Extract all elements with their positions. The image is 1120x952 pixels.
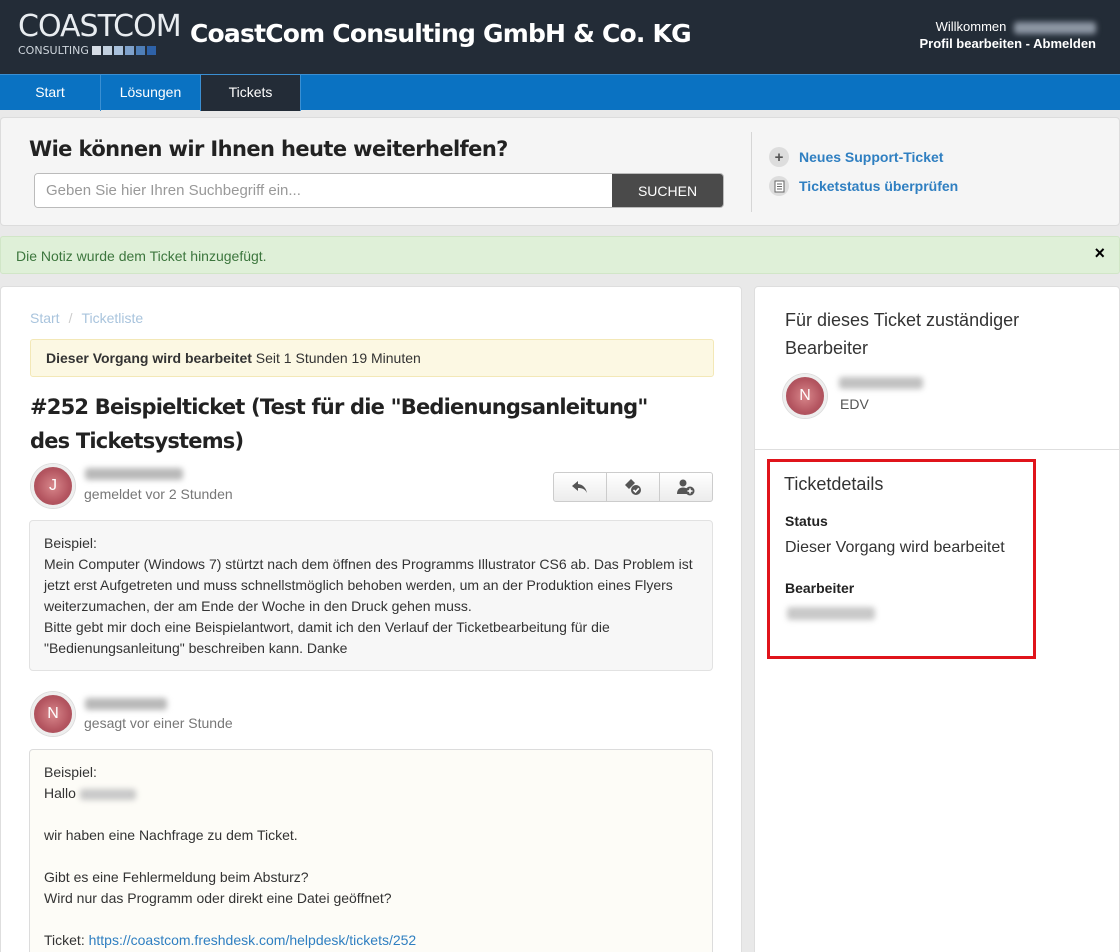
top-header: COASTCOM CONSULTING CoastCom Consulting … <box>0 0 1120 74</box>
agent-avatar: N <box>783 374 827 418</box>
reply-icon <box>572 481 587 493</box>
logo-square <box>124 46 134 55</box>
notice-text: Die Notiz wurde dem Ticket hinzugefügt. <box>16 248 267 264</box>
search-panel: Wie können wir Ihnen heute weiterhelfen?… <box>0 117 1120 226</box>
user-area: Willkommen Profil bearbeiten - Abmelden <box>919 18 1096 52</box>
ticket-title: #252 Beispielticket (Test für die "Bedie… <box>30 395 648 453</box>
status-value: Dieser Vorgang wird bearbeitet <box>785 539 1005 556</box>
breadcrumb-start[interactable]: Start <box>30 310 60 326</box>
reply-button[interactable] <box>554 473 607 501</box>
ticket-details-title: Ticketdetails <box>784 474 884 494</box>
sender-name-redacted <box>85 468 183 480</box>
check-status-link[interactable]: Ticketstatus überprüfen <box>769 176 958 196</box>
document-icon <box>769 176 789 196</box>
agent-name-redacted <box>839 377 923 389</box>
message-line: wir haben eine Nachfrage zu dem Ticket. <box>44 827 298 843</box>
link-separator: - <box>1025 36 1031 51</box>
status-bar: Dieser Vorgang wird bearbeitet Seit 1 St… <box>30 339 714 377</box>
logo-text: COASTCOM <box>18 9 182 44</box>
logo-subtext: CONSULTING <box>18 44 89 57</box>
avatar: J <box>31 464 75 508</box>
breadcrumb-ticketliste[interactable]: Ticketliste <box>81 310 143 326</box>
message-line: Beispiel: <box>44 764 97 780</box>
logo-square <box>135 46 145 55</box>
breadcrumb: Start / Ticketliste <box>30 310 143 326</box>
recipient-name-redacted <box>79 788 136 800</box>
message-line: Mein Computer (Windows 7) stürtzt nach d… <box>44 556 693 614</box>
agent-value-redacted <box>787 607 875 620</box>
greeting-text: Hallo <box>44 785 76 801</box>
add-watcher-icon <box>677 479 695 496</box>
add-watcher-button[interactable] <box>660 473 712 501</box>
user-name-redacted <box>1014 21 1096 34</box>
message-line: Gibt es eine Fehlermeldung beim Absturz? <box>44 869 309 885</box>
sender-name-redacted <box>85 698 167 710</box>
success-notice: Die Notiz wurde dem Ticket hinzugefügt. … <box>0 236 1120 274</box>
close-ticket-icon <box>625 479 641 495</box>
message-body: Beispiel: Hallo wir haben eine Nachfrage… <box>29 749 713 952</box>
search-button[interactable]: SUCHEN <box>612 174 723 207</box>
new-ticket-label: Neues Support-Ticket <box>799 149 944 165</box>
avatar: N <box>31 692 75 736</box>
search-box: SUCHEN <box>34 173 724 208</box>
agent-section-title: Für dieses Ticket zuständiger Bearbeiter <box>785 310 1020 358</box>
logout-link[interactable]: Abmelden <box>1033 36 1096 51</box>
edit-profile-link[interactable]: Profil bearbeiten <box>919 36 1022 51</box>
message-meta: gemeldet vor 2 Stunden <box>84 486 233 502</box>
divider <box>751 132 752 212</box>
close-ticket-button[interactable] <box>607 473 660 501</box>
plus-icon: + <box>769 147 789 167</box>
tab-tickets[interactable]: Tickets <box>201 75 301 111</box>
logo-square <box>113 46 123 55</box>
check-status-label: Ticketstatus überprüfen <box>799 178 959 194</box>
logo-square <box>102 46 112 55</box>
company-logo[interactable]: COASTCOM CONSULTING <box>18 9 182 62</box>
breadcrumb-separator: / <box>68 310 73 326</box>
message-meta: gesagt vor einer Stunde <box>84 715 233 731</box>
ticket-actions <box>553 472 713 502</box>
message-line: Beispiel: <box>44 535 97 551</box>
message-line: Wird nur das Programm oder direkt eine D… <box>44 890 392 906</box>
close-icon[interactable]: × <box>1094 243 1105 264</box>
status-bold: Dieser Vorgang wird bearbeitet <box>46 350 252 366</box>
search-heading: Wie können wir Ihnen heute weiterhelfen? <box>29 137 508 161</box>
status-label: Status <box>785 513 828 529</box>
new-ticket-link[interactable]: + Neues Support-Ticket <box>769 147 943 167</box>
main-nav: Start Lösungen Tickets <box>0 74 1120 111</box>
ticket-link[interactable]: https://coastcom.freshdesk.com/helpdesk/… <box>89 932 417 948</box>
search-input[interactable] <box>35 174 613 207</box>
divider <box>755 449 1120 450</box>
message-body: Beispiel: Mein Computer (Windows 7) stür… <box>29 520 713 671</box>
message-line: Bitte gebt mir doch eine Beispielantwort… <box>44 619 610 656</box>
status-duration: Seit 1 Stunden 19 Minuten <box>251 350 421 366</box>
logo-square <box>91 46 101 55</box>
welcome-text: Willkommen <box>935 19 1007 34</box>
agent-label: Bearbeiter <box>785 580 855 596</box>
ticket-label: Ticket: <box>44 932 85 948</box>
agent-department: EDV <box>840 396 869 412</box>
tab-loesungen[interactable]: Lösungen <box>101 75 201 111</box>
company-name: CoastCom Consulting GmbH & Co. KG <box>190 19 692 48</box>
logo-square <box>146 46 156 55</box>
tab-start[interactable]: Start <box>0 75 101 111</box>
